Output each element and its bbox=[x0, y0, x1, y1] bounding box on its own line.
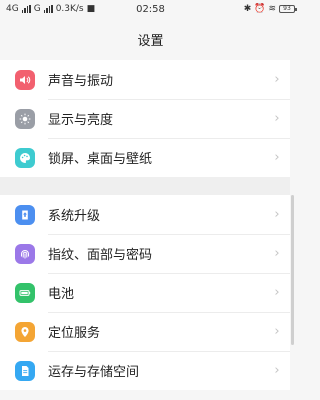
settings-item-label: 锁屏、桌面与壁纸 bbox=[48, 152, 153, 167]
settings-item-label: 声音与振动 bbox=[48, 74, 114, 89]
settings-item-storage[interactable]: 运存与存储空间 › bbox=[0, 351, 290, 390]
battery-level: 93 bbox=[279, 5, 297, 13]
settings-item-label: 运存与存储空间 bbox=[48, 365, 140, 380]
page-title: 设置 bbox=[137, 33, 164, 49]
settings-item-fingerprint[interactable]: 指纹、面部与密码 › bbox=[0, 234, 290, 273]
chevron-right-icon: › bbox=[274, 207, 280, 222]
signal-icon-2 bbox=[43, 5, 53, 13]
network-type-1: 4G bbox=[6, 4, 19, 14]
section-divider bbox=[0, 177, 290, 195]
battery-icon bbox=[15, 282, 35, 303]
brightness-icon bbox=[15, 108, 35, 129]
fingerprint-icon bbox=[15, 243, 35, 264]
chevron-right-icon: › bbox=[274, 111, 280, 126]
settings-item-label: 定位服务 bbox=[48, 326, 101, 341]
status-right: ✱ ⏰ ≋ 93 bbox=[243, 4, 297, 14]
chevron-right-icon: › bbox=[274, 363, 280, 378]
settings-item-label: 显示与亮度 bbox=[48, 113, 114, 128]
settings-item-sound[interactable]: 声音与振动 › bbox=[0, 60, 290, 99]
settings-group-2: 系统升级 › 指纹、面部与密码 › 电池 › 定位服务 › 运存与存储空间 › bbox=[0, 195, 290, 390]
settings-group-1: 声音与振动 › 显示与亮度 › 锁屏、桌面与壁纸 › bbox=[0, 60, 290, 177]
video-icon: ■ bbox=[86, 4, 96, 14]
bluetooth-icon: ✱ bbox=[243, 4, 252, 14]
location-icon bbox=[15, 321, 35, 342]
palette-icon bbox=[15, 147, 35, 168]
chevron-right-icon: › bbox=[274, 150, 280, 165]
title-bar: 设置 bbox=[0, 18, 301, 60]
chevron-right-icon: › bbox=[274, 285, 280, 300]
chevron-right-icon: › bbox=[274, 72, 280, 87]
status-left: 4G G 0.3K/s ■ bbox=[6, 4, 95, 14]
settings-item-label: 系统升级 bbox=[48, 209, 101, 224]
chevron-right-icon: › bbox=[274, 324, 280, 339]
alarm-icon: ⏰ bbox=[254, 4, 266, 14]
signal-icon bbox=[21, 5, 31, 13]
network-type-2: G bbox=[33, 4, 41, 14]
chevron-right-icon: › bbox=[274, 246, 280, 261]
scrollbar[interactable] bbox=[291, 195, 294, 345]
settings-item-system-update[interactable]: 系统升级 › bbox=[0, 195, 290, 234]
wifi-icon: ≋ bbox=[268, 4, 276, 14]
storage-icon bbox=[15, 360, 35, 381]
settings-item-battery[interactable]: 电池 › bbox=[0, 273, 290, 312]
speaker-icon bbox=[15, 69, 35, 90]
settings-item-label: 指纹、面部与密码 bbox=[48, 248, 153, 263]
system-update-icon bbox=[15, 204, 35, 225]
network-speed: 0.3K/s bbox=[55, 4, 84, 14]
settings-item-display[interactable]: 显示与亮度 › bbox=[0, 99, 290, 138]
settings-item-label: 电池 bbox=[48, 287, 75, 302]
settings-item-location[interactable]: 定位服务 › bbox=[0, 312, 290, 351]
status-bar: 4G G 0.3K/s ■ 02:58 ✱ ⏰ ≋ 93 bbox=[0, 0, 301, 18]
settings-item-lockscreen[interactable]: 锁屏、桌面与壁纸 › bbox=[0, 138, 290, 177]
